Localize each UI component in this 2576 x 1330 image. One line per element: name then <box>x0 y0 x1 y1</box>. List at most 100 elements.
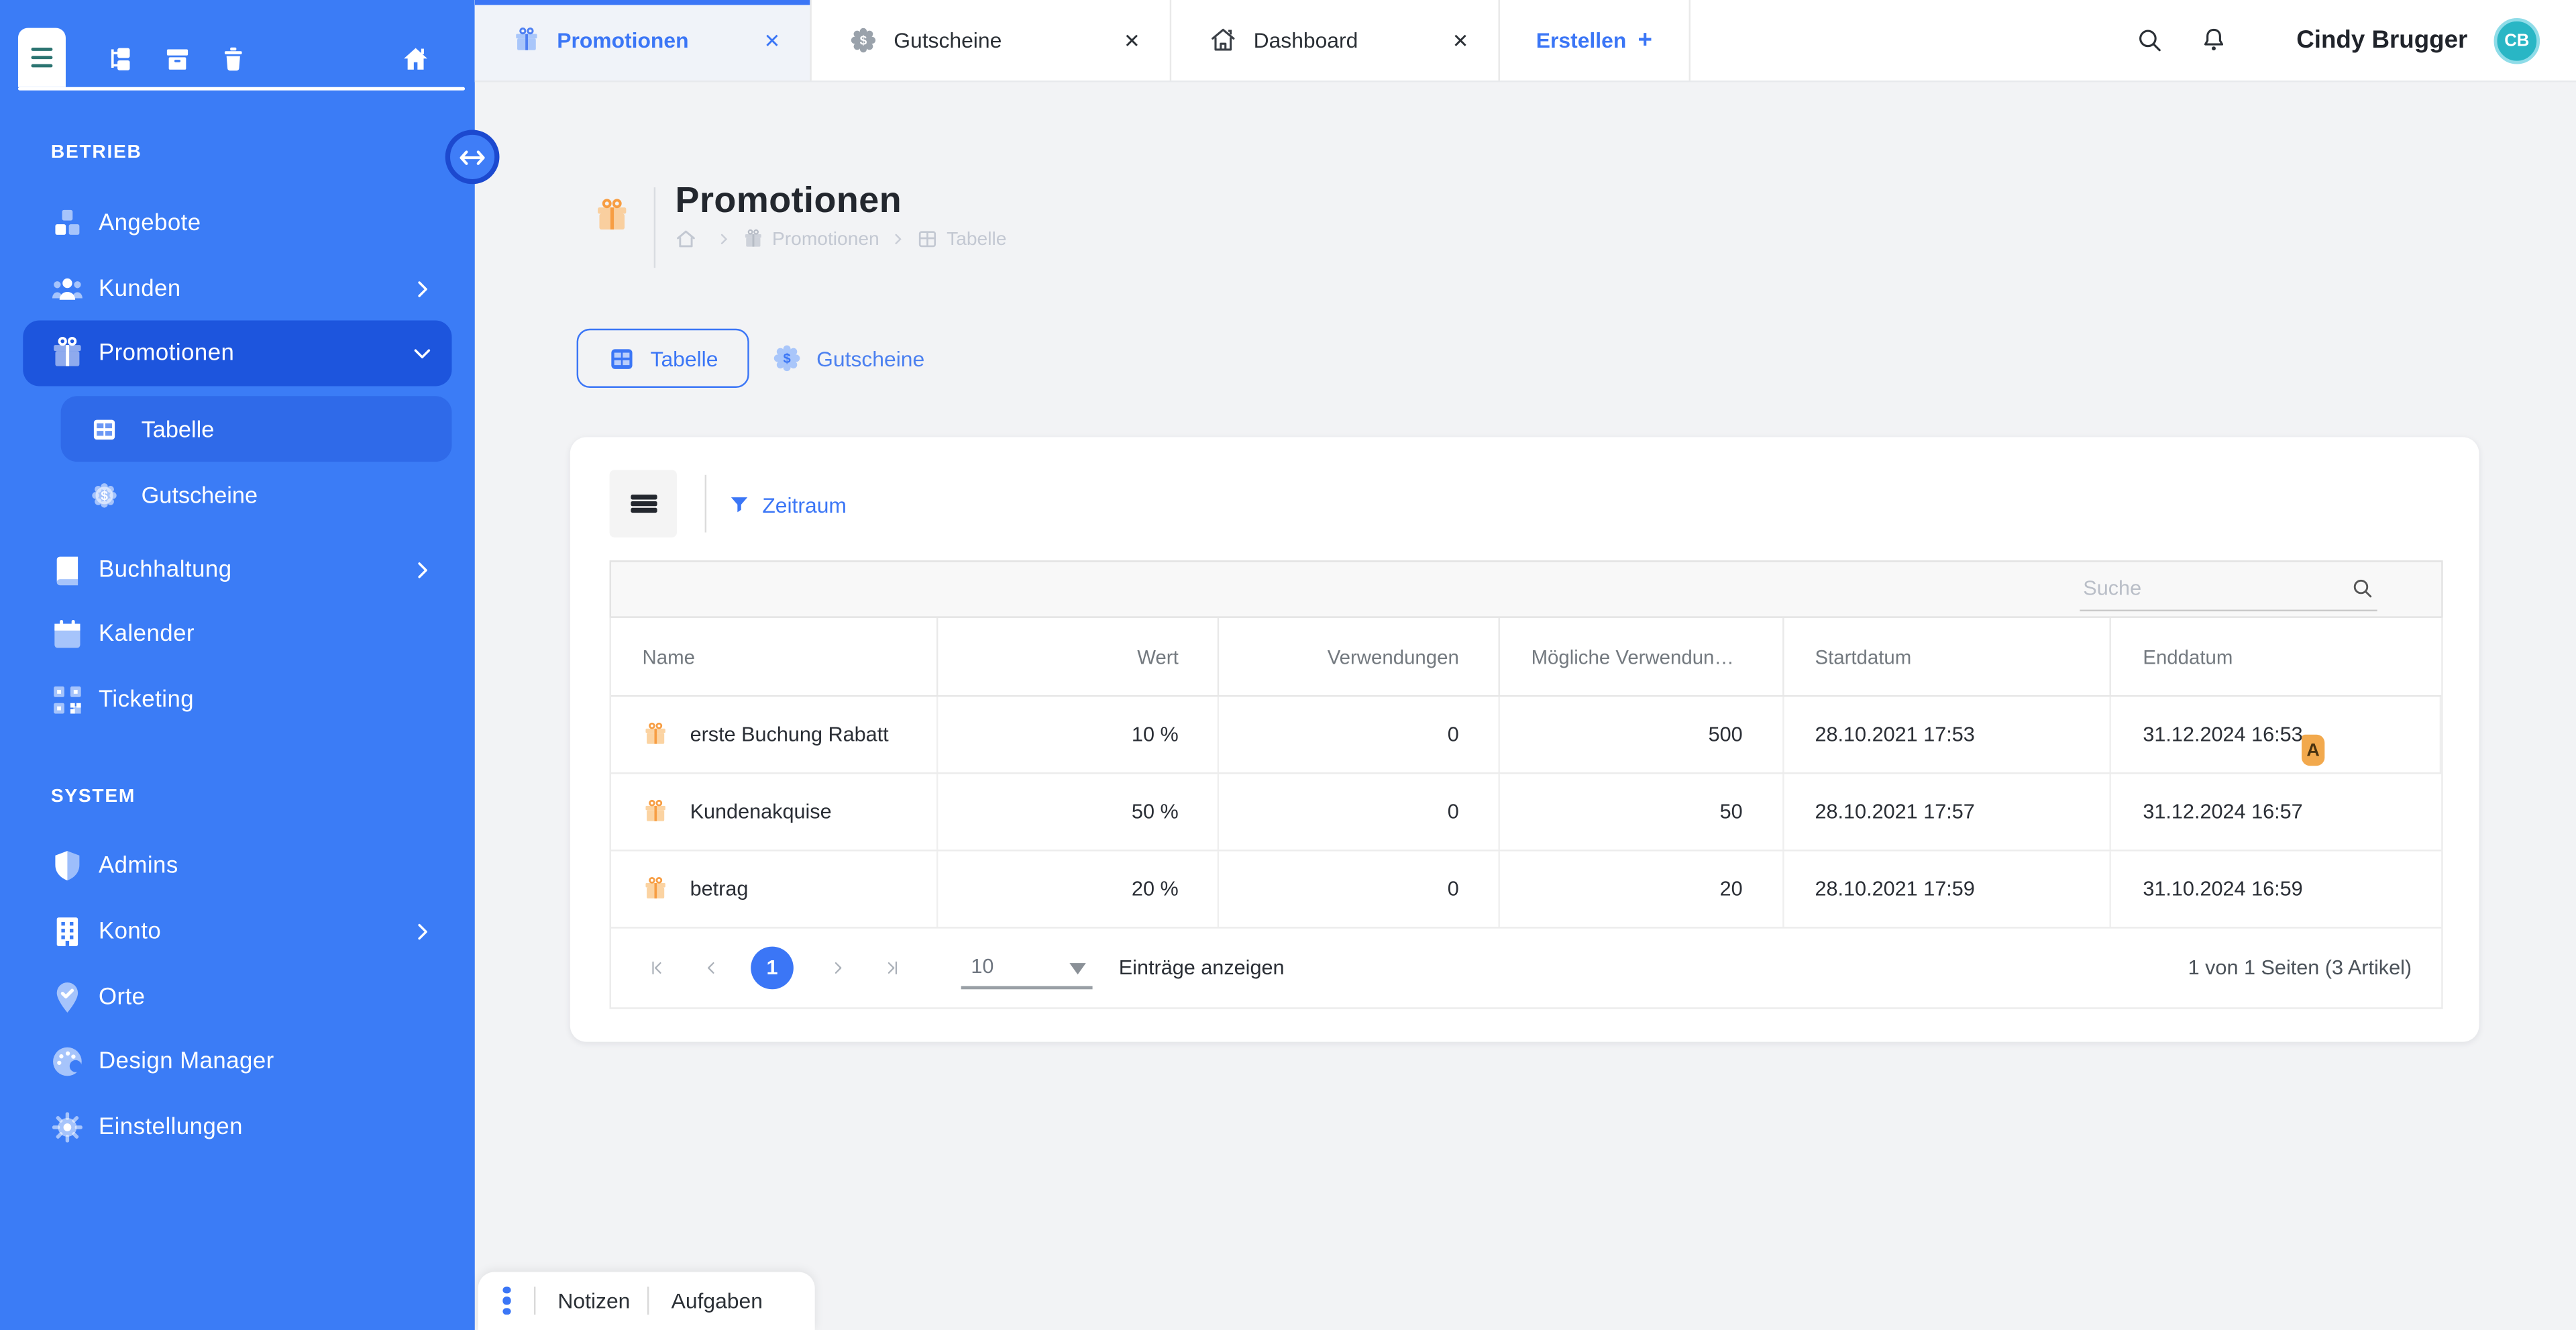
search-input[interactable] <box>2083 572 2329 605</box>
prev-page-icon[interactable] <box>702 956 721 979</box>
hamburger-icon <box>32 44 53 71</box>
sidebar-item-ticketing[interactable]: Ticketing <box>0 667 475 733</box>
sidebar-subitem-gutscheine[interactable]: $ Gutscheine <box>61 462 452 527</box>
sidebar-toolbar-underline <box>18 87 465 91</box>
column-header-name[interactable]: Name <box>611 618 937 695</box>
breadcrumb-tabelle[interactable]: Tabelle <box>947 229 1006 249</box>
sidebar-item-buchhaltung[interactable]: Buchhaltung <box>0 538 475 603</box>
column-header-moegliche-verwendungen[interactable]: Mögliche Verwendun… <box>1500 618 1784 695</box>
sidebar-item-label: Kalender <box>99 621 195 648</box>
chevron-down-icon <box>411 342 433 364</box>
gear-icon <box>49 1109 85 1145</box>
building-icon <box>49 914 85 950</box>
column-header-verwendungen[interactable]: Verwendungen <box>1220 618 1500 695</box>
filter-zeitraum-button[interactable]: Zeitraum <box>728 482 847 528</box>
tab-gutscheine[interactable]: $ Gutscheine ✕ <box>812 0 1171 81</box>
filter-icon <box>728 493 751 516</box>
dock-tab-aufgaben[interactable]: Aufgaben <box>672 1288 763 1313</box>
sidebar-item-promotionen[interactable]: Promotionen <box>23 321 451 387</box>
svg-text:$: $ <box>860 34 867 48</box>
dock-tab-notizen[interactable]: Notizen <box>557 1288 630 1313</box>
cell-wert: 20 % <box>937 852 1219 927</box>
table-menu-button[interactable] <box>610 470 677 537</box>
search-field <box>2080 568 2377 611</box>
page-title: Promotionen <box>676 179 902 222</box>
user-name[interactable]: Cindy Brugger <box>2296 26 2467 54</box>
cell-enddatum: 31.12.2024 16:57 <box>2112 774 2441 850</box>
sidebar-item-label: Design Manager <box>99 1048 274 1074</box>
archive-icon[interactable] <box>162 44 192 74</box>
topbar: Promotionen ✕ $ Gutscheine ✕ Dashboard ✕… <box>475 0 2576 82</box>
table-row[interactable]: betrag 20 % 0 20 28.10.2021 17:59 31.10.… <box>611 852 2441 929</box>
sidebar-subitem-tabelle[interactable]: Tabelle <box>61 396 452 462</box>
breadcrumb-promotionen[interactable]: Promotionen <box>772 229 879 249</box>
first-page-icon[interactable] <box>647 956 667 979</box>
sidebar-collapse-toggle[interactable] <box>445 130 500 184</box>
sidebar-item-angebote[interactable]: Angebote <box>0 191 475 256</box>
tab-dashboard[interactable]: Dashboard ✕ <box>1171 0 1500 81</box>
voucher-badge-icon: $ <box>849 26 877 54</box>
last-page-icon[interactable] <box>882 956 902 979</box>
chevron-right-icon <box>411 278 433 301</box>
gift-icon <box>49 336 85 372</box>
sidebar-menu-button[interactable] <box>18 28 66 87</box>
sidebar-item-admins[interactable]: Admins <box>0 833 475 899</box>
shield-icon <box>49 848 85 884</box>
cell-wert: 10 % <box>937 697 1219 772</box>
sidebar-item-label: Kunden <box>99 276 181 302</box>
sidebar-item-label: Admins <box>99 853 178 879</box>
sidebar: BETRIEB Angebote Kunden Promotionen Tabe… <box>0 0 475 1330</box>
drag-handle-dots-icon[interactable] <box>502 1284 510 1317</box>
header-divider <box>654 187 655 268</box>
view-tab-gutscheine[interactable]: $ Gutscheine <box>772 329 924 388</box>
sidebar-item-label: Promotionen <box>99 340 234 366</box>
tab-promotionen[interactable]: Promotionen ✕ <box>475 0 812 81</box>
pagination-summary: 1 von 1 Seiten (3 Artikel) <box>2188 956 2412 979</box>
sidebar-item-orte[interactable]: Orte <box>0 965 475 1031</box>
svg-text:$: $ <box>783 352 790 366</box>
bell-icon[interactable] <box>2200 26 2228 54</box>
home-icon[interactable] <box>676 228 697 250</box>
svg-text:$: $ <box>101 489 108 503</box>
column-header-enddatum[interactable]: Enddatum <box>2112 618 2441 695</box>
sidebar-item-label: Einstellungen <box>99 1114 243 1140</box>
sidebar-item-design-manager[interactable]: Design Manager <box>0 1029 475 1094</box>
cell-startdatum: 28.10.2021 17:53 <box>1784 697 2112 772</box>
dock-divider <box>533 1287 535 1315</box>
sidebar-item-einstellungen[interactable]: Einstellungen <box>0 1094 475 1160</box>
cell-moegliche: 20 <box>1500 852 1784 927</box>
search-icon[interactable] <box>2351 577 2373 600</box>
view-tab-tabelle[interactable]: Tabelle <box>577 329 749 388</box>
search-icon[interactable] <box>2135 26 2163 54</box>
cell-enddatum: 31.12.2024 16:53 <box>2112 697 2441 772</box>
chevron-right-icon <box>411 920 433 943</box>
column-header-startdatum[interactable]: Startdatum <box>1784 618 2112 695</box>
cell-verwendungen: 0 <box>1220 774 1500 850</box>
table-icon <box>608 344 636 372</box>
sitemap-icon[interactable] <box>105 44 135 74</box>
close-icon[interactable]: ✕ <box>1084 29 1140 52</box>
table-row[interactable]: erste Buchung Rabatt 10 % 0 500 28.10.20… <box>611 697 2441 774</box>
collaborator-cursor-badge: A <box>2302 735 2324 766</box>
column-header-wert[interactable]: Wert <box>937 618 1219 695</box>
page-number-button[interactable]: 1 <box>751 947 794 990</box>
table-row[interactable]: Kundenakquise 50 % 0 50 28.10.2021 17:57… <box>611 774 2441 851</box>
home-icon <box>1209 26 1237 54</box>
topbar-right: Cindy Brugger CB <box>2135 0 2576 81</box>
sidebar-item-kunden[interactable]: Kunden <box>0 256 475 322</box>
cell-enddatum: 31.10.2024 16:59 <box>2112 852 2441 927</box>
close-icon[interactable]: ✕ <box>724 29 780 52</box>
page-size-select[interactable]: 10 <box>961 947 1093 990</box>
avatar[interactable]: CB <box>2494 17 2540 64</box>
table-card: Zeitraum Name Wert Verwendungen Mögliche… <box>570 437 2479 1041</box>
tab-create[interactable]: Erstellen + <box>1500 0 1690 81</box>
cell-moegliche: 500 <box>1500 697 1784 772</box>
calendar-icon <box>49 616 85 652</box>
next-page-icon[interactable] <box>828 956 847 979</box>
sidebar-item-kalender[interactable]: Kalender <box>0 601 475 667</box>
filter-label: Zeitraum <box>762 492 847 517</box>
trash-icon[interactable] <box>219 44 248 74</box>
close-icon[interactable]: ✕ <box>1413 29 1468 52</box>
sidebar-item-konto[interactable]: Konto <box>0 899 475 965</box>
home-icon[interactable] <box>401 44 431 74</box>
